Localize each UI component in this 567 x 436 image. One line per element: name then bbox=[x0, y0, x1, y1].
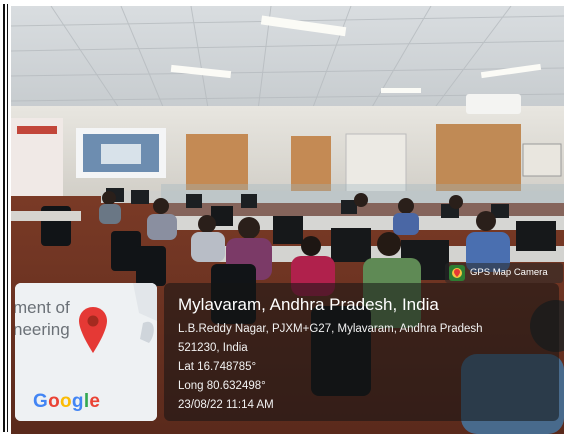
camera-icon bbox=[449, 265, 465, 281]
google-logo: Google bbox=[33, 391, 100, 413]
map-thumbnail: ment of neering Google bbox=[15, 283, 157, 421]
gps-map-camera-badge: GPS Map Camera bbox=[445, 263, 563, 283]
map-label-line1: ment of bbox=[15, 298, 70, 317]
address-line-2: 521230, India bbox=[178, 342, 248, 354]
timestamp: 23/08/22 11:14 AM bbox=[178, 399, 274, 411]
map-label-line2: neering bbox=[15, 320, 70, 339]
google-logo-letter: o bbox=[48, 391, 60, 412]
badge-label: GPS Map Camera bbox=[470, 267, 548, 278]
latitude: Lat 16.748785° bbox=[178, 361, 257, 373]
google-logo-letter: G bbox=[33, 391, 49, 412]
address-line-1: L.B.Reddy Nagar, PJXM+G27, Mylavaram, An… bbox=[178, 323, 483, 335]
location-title: Mylavaram, Andhra Pradesh, India bbox=[178, 295, 439, 314]
google-logo-letter: e bbox=[89, 391, 101, 412]
map-pin-icon bbox=[79, 307, 107, 353]
photo-frame: GPS Map Camera ment of neering Google My… bbox=[0, 0, 567, 436]
location-info-panel: Mylavaram, Andhra Pradesh, India L.B.Red… bbox=[164, 283, 559, 421]
google-logo-letter: g bbox=[71, 391, 84, 412]
google-logo-letter: o bbox=[60, 391, 72, 412]
left-border-line bbox=[0, 0, 10, 436]
longitude: Long 80.632498° bbox=[178, 380, 266, 392]
